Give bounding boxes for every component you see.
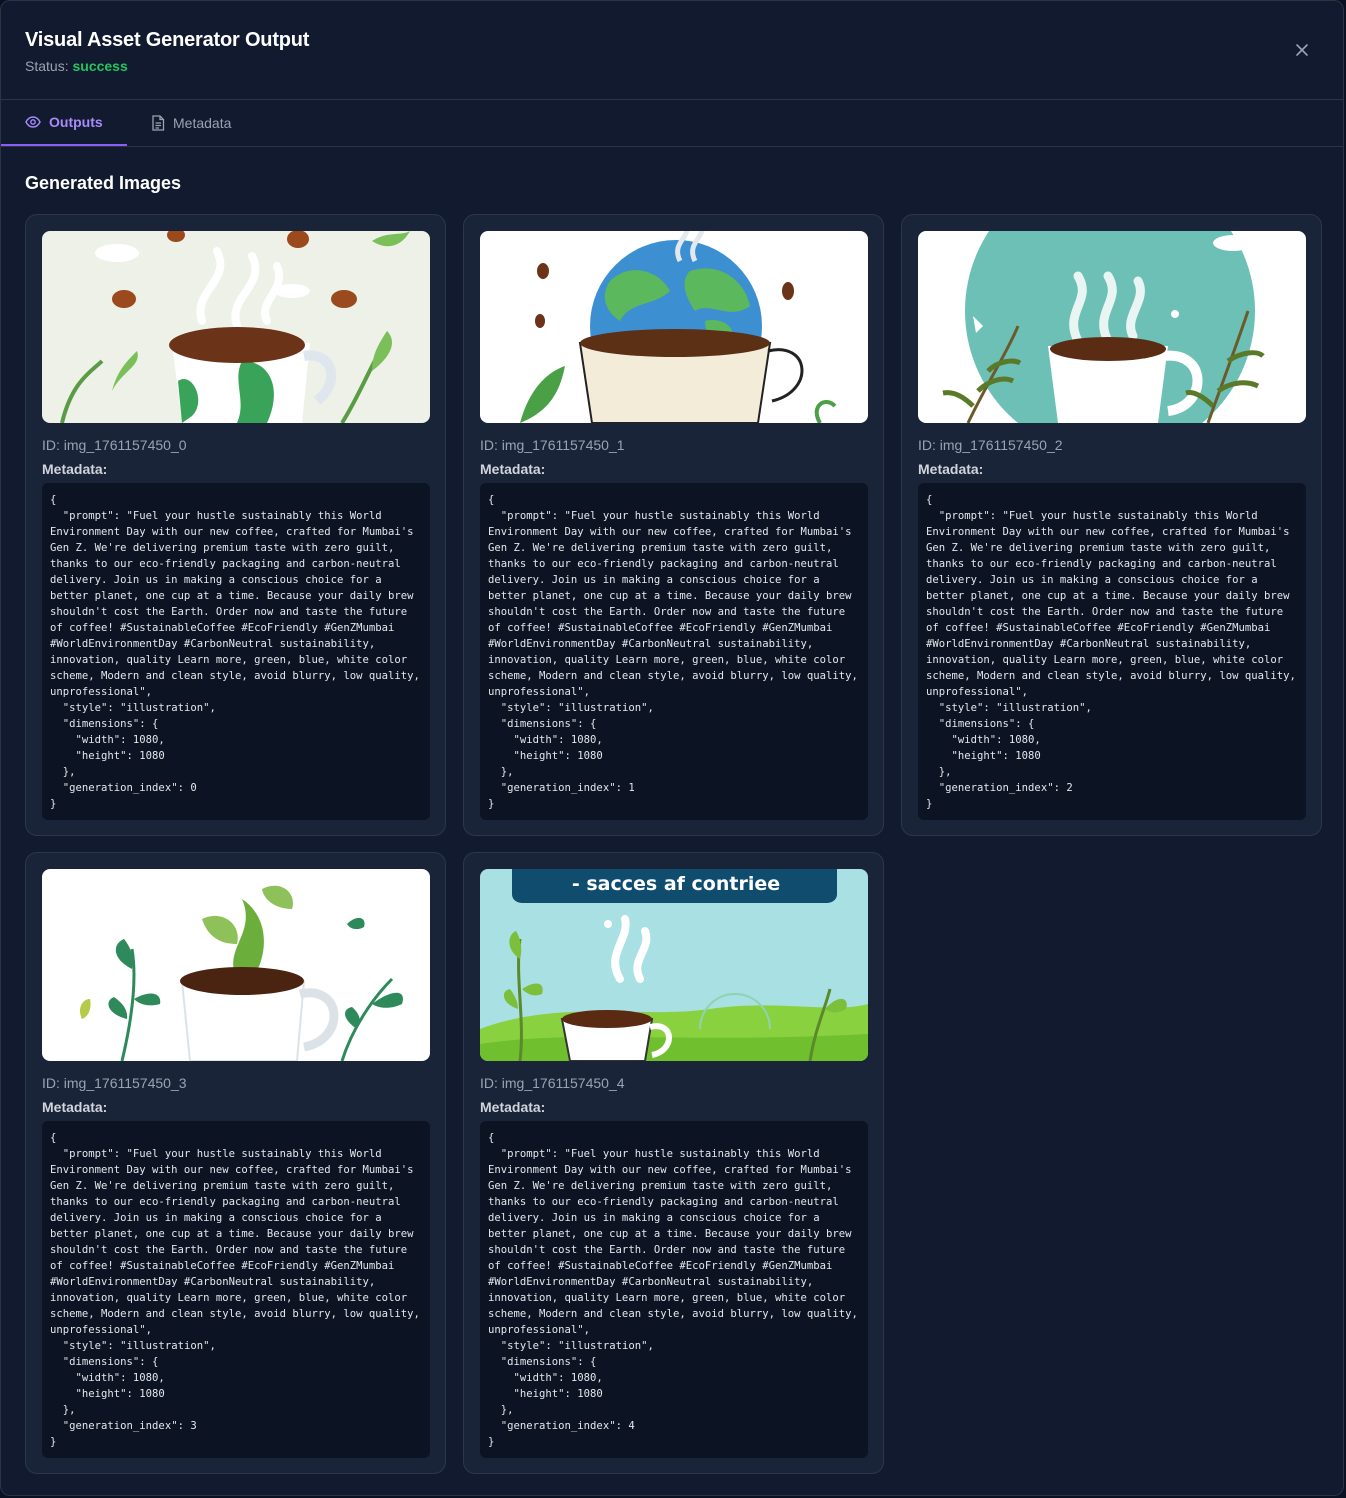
- image-card: ID: img_1761157450_2 Metadata: { "prompt…: [901, 214, 1322, 836]
- section-title: Generated Images: [25, 173, 182, 193]
- metadata-json: { "prompt": "Fuel your hustle sustainabl…: [480, 1121, 868, 1458]
- tab-metadata[interactable]: Metadata: [127, 100, 255, 146]
- generated-image[interactable]: - sacces af contriee: [480, 869, 868, 1061]
- image-card: ID: img_1761157450_0 Metadata: { "prompt…: [25, 214, 446, 836]
- image-id: ID: img_1761157450_3: [42, 1075, 187, 1091]
- tab-outputs-label: Outputs: [49, 114, 103, 130]
- image-id: ID: img_1761157450_1: [480, 437, 625, 453]
- metadata-json: { "prompt": "Fuel your hustle sustainabl…: [480, 483, 868, 820]
- image-id: ID: img_1761157450_2: [918, 437, 1063, 453]
- close-icon[interactable]: [1291, 39, 1313, 61]
- image-id: ID: img_1761157450_0: [42, 437, 187, 453]
- generated-image[interactable]: [918, 231, 1306, 423]
- tab-metadata-label: Metadata: [173, 115, 232, 131]
- metadata-label: Metadata:: [42, 461, 108, 477]
- metadata-label: Metadata:: [918, 461, 984, 477]
- image-id: ID: img_1761157450_4: [480, 1075, 625, 1091]
- metadata-json: { "prompt": "Fuel your hustle sustainabl…: [42, 1121, 430, 1458]
- status-label: Status:: [25, 58, 69, 74]
- tab-bar: Outputs Metadata: [1, 100, 1343, 147]
- output-dialog: Visual Asset Generator Output Status: su…: [0, 0, 1344, 1496]
- image-card: ID: img_1761157450_3 Metadata: { "prompt…: [25, 852, 446, 1474]
- metadata-json: { "prompt": "Fuel your hustle sustainabl…: [918, 483, 1306, 820]
- status-line: Status: success: [25, 58, 128, 74]
- generated-image[interactable]: [480, 231, 868, 423]
- metadata-label: Metadata:: [480, 461, 546, 477]
- dialog-header: Visual Asset Generator Output Status: su…: [1, 1, 1343, 100]
- dialog-title: Visual Asset Generator Output: [25, 29, 310, 51]
- generated-image[interactable]: [42, 231, 430, 423]
- generated-image[interactable]: [42, 869, 430, 1061]
- eye-icon: [25, 114, 41, 130]
- metadata-json: { "prompt": "Fuel your hustle sustainabl…: [42, 483, 430, 820]
- tab-outputs[interactable]: Outputs: [1, 100, 127, 146]
- banner-text: - sacces af contriee: [572, 873, 780, 895]
- metadata-label: Metadata:: [42, 1099, 108, 1115]
- document-icon: [151, 115, 165, 131]
- metadata-label: Metadata:: [480, 1099, 546, 1115]
- image-card: ID: img_1761157450_1 Metadata: { "prompt…: [463, 214, 884, 836]
- image-card: - sacces af contriee ID: img_1761157450_…: [463, 852, 884, 1474]
- status-value: success: [72, 58, 128, 74]
